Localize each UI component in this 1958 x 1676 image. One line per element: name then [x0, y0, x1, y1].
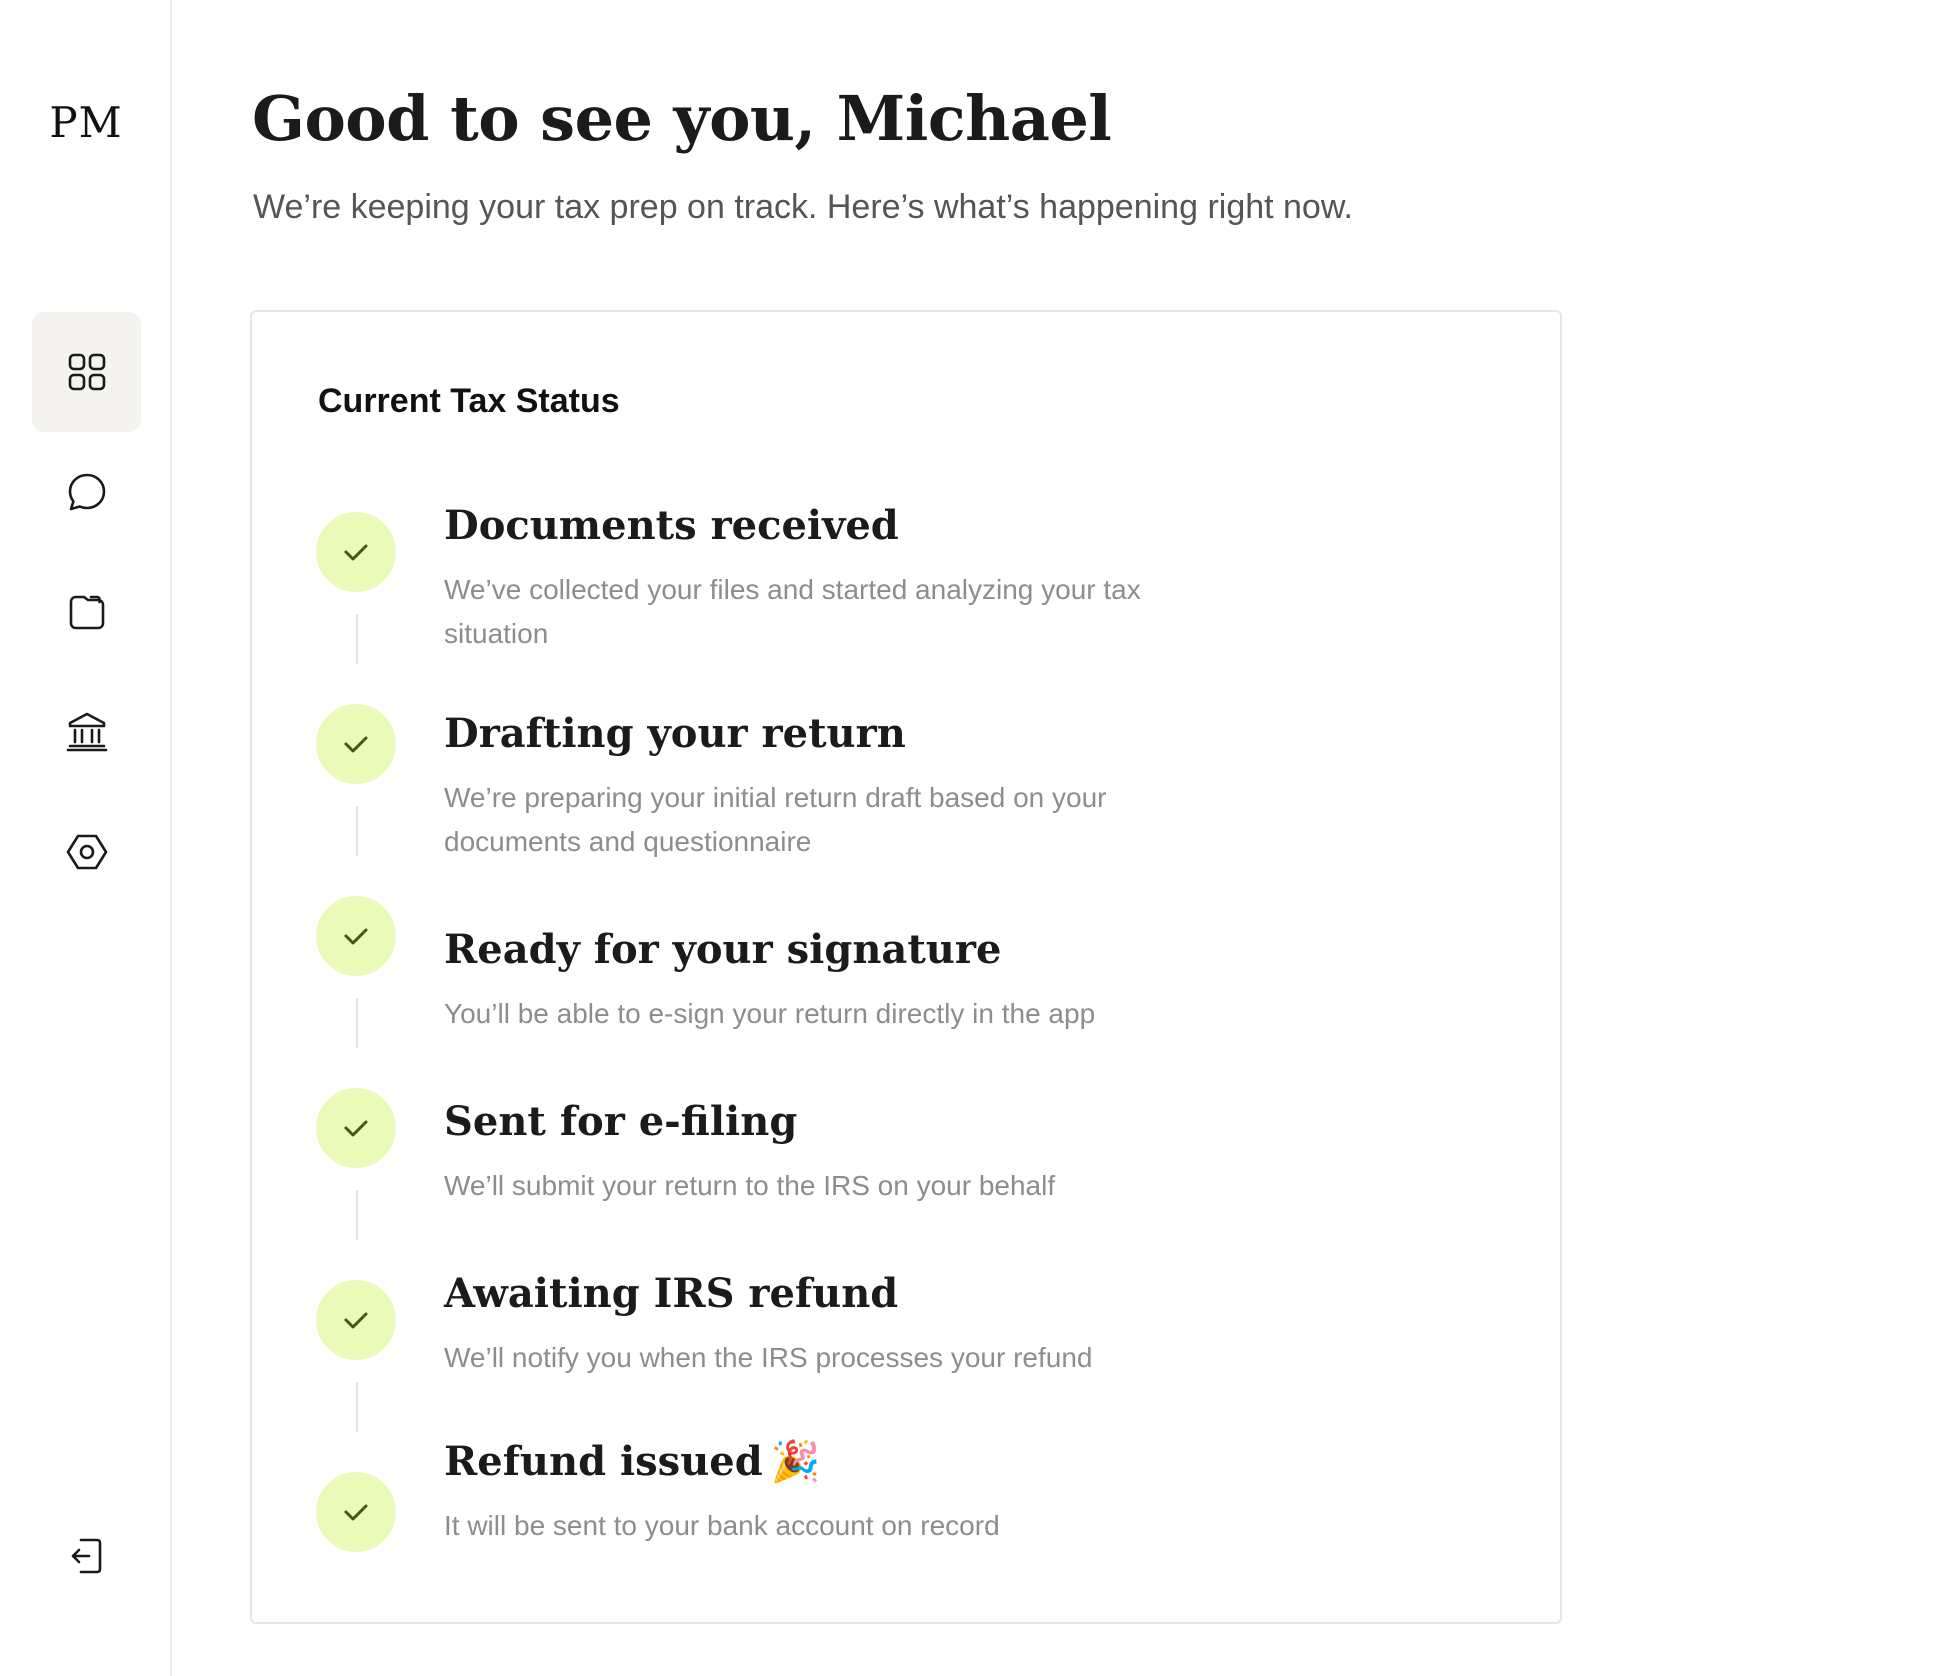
step-title: Refund issued 🎉	[444, 1438, 821, 1485]
step-description: We’ll notify you when the IRS processes …	[444, 1342, 1093, 1373]
checkmark-icon	[344, 1312, 368, 1329]
folder-icon	[69, 595, 104, 630]
step-complete-badge	[316, 704, 396, 784]
step-complete-badge	[316, 512, 396, 592]
step-complete-badge	[316, 1088, 396, 1168]
step-title: Documents received	[444, 502, 899, 549]
step-description: We’ll submit your return to the IRS on y…	[444, 1170, 1056, 1201]
step-complete-badge	[316, 896, 396, 976]
step-title-text: Refund issued	[444, 1438, 763, 1485]
checkmark-icon	[344, 1120, 368, 1137]
card-title: Current Tax Status	[318, 382, 620, 420]
step-complete-badge	[316, 1472, 396, 1552]
step-complete-badge	[316, 1280, 396, 1360]
checkmark-icon	[344, 928, 368, 945]
app-root: PM Good to see you, Michael We’re keepin…	[0, 0, 1958, 1676]
step-description: You’ll be able to e-sign your return dir…	[444, 998, 1096, 1029]
step-title: Sent for e-filing	[444, 1098, 798, 1145]
step-description: We’re preparing your initial return draf…	[444, 782, 1107, 857]
page-title: Good to see you, Michael	[252, 82, 1112, 155]
chat-bubble-icon	[68, 473, 105, 511]
nav-settings[interactable]	[32, 792, 141, 912]
step-connector	[356, 1382, 358, 1432]
step-title: Awaiting IRS refund	[444, 1270, 899, 1317]
step-connector	[356, 998, 358, 1048]
bank-icon	[66, 712, 107, 752]
step-description: We’ve collected your files and started a…	[444, 574, 1141, 649]
nav-documents[interactable]	[32, 552, 141, 672]
user-initials-logo[interactable]: PM	[0, 98, 172, 147]
checkmark-icon	[344, 736, 368, 753]
page-subtitle: We’re keeping your tax prep on track. He…	[253, 188, 1353, 226]
logout-button[interactable]	[32, 1496, 141, 1616]
step-connector	[356, 1190, 358, 1240]
step-description: It will be sent to your bank account on …	[444, 1510, 1000, 1541]
checkmark-icon	[344, 1504, 368, 1521]
step-title: Ready for your signature	[444, 926, 1002, 973]
step-title: Drafting your return	[444, 710, 906, 757]
nav-messages[interactable]	[32, 432, 141, 552]
checkmark-icon	[344, 544, 368, 561]
dashboard-grid-icon	[68, 353, 105, 391]
settings-hexagon-icon	[66, 834, 107, 870]
tax-status-card: Current Tax Status Documents received We…	[250, 310, 1562, 1624]
nav-banking[interactable]	[32, 672, 141, 792]
sidebar: PM	[0, 0, 172, 1676]
logout-icon	[71, 1538, 101, 1574]
step-connector	[356, 806, 358, 856]
party-popper-emoji: 🎉	[770, 1438, 821, 1485]
nav-dashboard[interactable]	[32, 312, 141, 432]
step-connector	[356, 614, 358, 664]
